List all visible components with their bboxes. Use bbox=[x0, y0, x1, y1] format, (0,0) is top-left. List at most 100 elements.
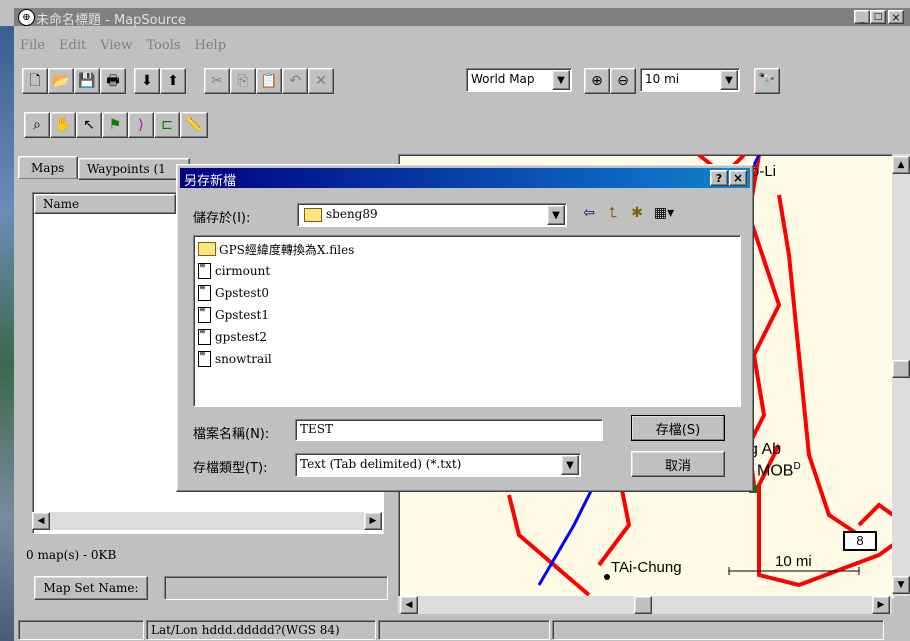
back-arrow-icon[interactable]: ⇦ bbox=[579, 203, 599, 223]
cut-icon[interactable]: ✂ bbox=[204, 68, 230, 94]
map-label-airbase2: MOBD bbox=[757, 461, 801, 480]
list-item[interactable]: GPS經緯度轉換為X.files bbox=[198, 240, 354, 258]
road-line bbox=[857, 502, 893, 527]
minimize-button[interactable]: _ bbox=[854, 10, 870, 24]
folder-icon bbox=[304, 208, 322, 222]
list-item[interactable]: ≡ Gpstest1 bbox=[198, 306, 269, 324]
save-in-select[interactable]: sbeng89 ▼ bbox=[297, 203, 567, 227]
save-as-dialog: 另存新檔 ? × 儲存於(I): sbeng89 ▼ ⇦ ⮤ ✱ ▦▾ GPS經… bbox=[176, 164, 754, 492]
view-menu-icon[interactable]: ▦▾ bbox=[651, 203, 677, 223]
menu-bar: File Edit View Tools Help bbox=[20, 38, 226, 58]
scroll-up-icon[interactable]: ▲ bbox=[892, 156, 910, 174]
desktop-strip bbox=[0, 26, 14, 641]
app-icon: ⊕ bbox=[18, 9, 35, 26]
save-icon[interactable]: 💾 bbox=[74, 68, 100, 94]
chevron-down-icon[interactable]: ▼ bbox=[561, 455, 579, 475]
zoom-scale-select[interactable]: 10 mi ▼ bbox=[640, 68, 740, 92]
text-file-icon: ≡ bbox=[198, 350, 211, 367]
status-bar: Lat/Lon hddd.ddddd?(WGS 84) bbox=[14, 618, 910, 641]
list-item[interactable]: ≡ cirmount bbox=[198, 262, 270, 280]
scroll-thumb[interactable] bbox=[892, 360, 910, 378]
toolbar-tools: ⌕ ✋ ↖ ⚑ ⟩ ⊏ 📏 bbox=[20, 108, 320, 148]
map-label-city-top: o-Li bbox=[751, 163, 777, 180]
list-item[interactable]: ≡ snowtrail bbox=[198, 350, 272, 368]
map-set-name-field[interactable] bbox=[164, 576, 388, 600]
scroll-right-icon[interactable]: ▶ bbox=[872, 596, 890, 614]
scroll-left-icon[interactable]: ◀ bbox=[400, 596, 418, 614]
map-horizontal-scrollbar[interactable]: ◀ ▶ bbox=[398, 596, 892, 614]
dialog-title: 另存新檔 bbox=[184, 174, 237, 189]
menu-edit[interactable]: Edit bbox=[59, 38, 86, 58]
delete-icon[interactable]: ✕ bbox=[308, 68, 334, 94]
road-line bbox=[507, 494, 591, 597]
route-tool-icon[interactable]: ⟩ bbox=[128, 112, 154, 138]
map-scale-label: 10 mi bbox=[775, 553, 812, 570]
city-dot bbox=[604, 574, 610, 580]
save-button[interactable]: 存檔(S) bbox=[631, 415, 725, 441]
chevron-down-icon[interactable]: ▼ bbox=[547, 205, 565, 225]
map-summary: 0 map(s) - 0KB bbox=[26, 548, 117, 562]
folder-icon bbox=[198, 242, 216, 256]
map-product-select[interactable]: World Map ▼ bbox=[466, 68, 572, 92]
help-button[interactable]: ? bbox=[710, 170, 728, 186]
map-vertical-scrollbar[interactable]: ▲ ▼ bbox=[892, 154, 910, 596]
map-set-name-button[interactable]: Map Set Name: bbox=[34, 576, 148, 600]
road-shield: 8 bbox=[843, 531, 877, 551]
tab-waypoints[interactable]: Waypoints (1 bbox=[78, 158, 190, 180]
copy-icon[interactable]: ⎘ bbox=[230, 68, 256, 94]
open-icon[interactable]: 📂 bbox=[48, 68, 74, 94]
zoom-scale-value: 10 mi bbox=[645, 72, 680, 86]
filename-label: 檔案名稱(N): bbox=[193, 427, 270, 442]
cancel-button[interactable]: 取消 bbox=[631, 451, 725, 477]
undo-icon[interactable]: ↶ bbox=[282, 68, 308, 94]
print-icon[interactable]: 🖶 bbox=[100, 68, 126, 94]
distance-tool-icon[interactable]: 📏 bbox=[180, 112, 208, 138]
status-pane-1 bbox=[18, 620, 144, 640]
paste-icon[interactable]: 📋 bbox=[256, 68, 282, 94]
close-window-button[interactable]: × bbox=[888, 10, 904, 24]
menu-file[interactable]: File bbox=[20, 38, 45, 58]
chevron-down-icon[interactable]: ▼ bbox=[720, 70, 738, 90]
text-file-icon: ≡ bbox=[198, 284, 211, 301]
restore-button[interactable]: □ bbox=[870, 10, 886, 24]
scroll-left-icon[interactable]: ◀ bbox=[32, 512, 50, 530]
tab-maps[interactable]: Maps bbox=[18, 156, 78, 179]
new-folder-icon[interactable]: ✱ bbox=[627, 203, 647, 223]
receive-from-device-icon[interactable]: ⬇ bbox=[134, 68, 160, 94]
new-icon[interactable]: 🗋 bbox=[22, 68, 48, 94]
track-tool-icon[interactable]: ⊏ bbox=[154, 112, 180, 138]
zoom-out-icon[interactable]: ⊖ bbox=[610, 68, 636, 94]
filetype-label: 存檔類型(T): bbox=[193, 461, 268, 476]
status-pane-3 bbox=[378, 620, 550, 640]
hand-tool-icon[interactable]: ✋ bbox=[50, 112, 76, 138]
menu-tools[interactable]: Tools bbox=[146, 38, 180, 58]
find-binoculars-icon[interactable]: 🔭 bbox=[754, 68, 780, 94]
menu-help[interactable]: Help bbox=[195, 38, 227, 58]
send-to-device-icon[interactable]: ⬆ bbox=[160, 68, 186, 94]
waypoint-tool-icon[interactable]: ⚑ bbox=[102, 112, 128, 138]
road-line bbox=[777, 194, 861, 537]
horizontal-scrollbar[interactable]: ◀ ▶ bbox=[32, 512, 382, 530]
toolbar-main: 🗋 📂 💾 🖶 ⬇ ⬆ ✂ ⎘ 📋 ↶ ✕ World Map ▼ ⊕ ⊖ 10… bbox=[20, 62, 910, 104]
zoom-in-icon[interactable]: ⊕ bbox=[584, 68, 610, 94]
map-label-taichung: TAi-Chung bbox=[611, 559, 682, 576]
list-item[interactable]: ≡ gpstest2 bbox=[198, 328, 267, 346]
scroll-right-icon[interactable]: ▶ bbox=[364, 512, 382, 530]
filetype-select[interactable]: Text (Tab delimited) (*.txt) ▼ bbox=[295, 453, 581, 477]
select-tool-icon[interactable]: ↖ bbox=[76, 112, 102, 138]
menu-view[interactable]: View bbox=[100, 38, 132, 58]
filename-input[interactable]: TEST bbox=[295, 419, 603, 441]
scroll-down-icon[interactable]: ▼ bbox=[892, 576, 910, 594]
file-list[interactable]: GPS經緯度轉換為X.files ≡ cirmount ≡ Gpstest0 ≡… bbox=[193, 235, 741, 407]
save-in-label: 儲存於(I): bbox=[193, 211, 251, 226]
zoom-tool-icon[interactable]: ⌕ bbox=[24, 112, 50, 138]
dialog-close-button[interactable]: × bbox=[729, 170, 747, 186]
list-item[interactable]: ≡ Gpstest0 bbox=[198, 284, 269, 302]
up-folder-icon[interactable]: ⮤ bbox=[603, 203, 623, 223]
chevron-down-icon[interactable]: ▼ bbox=[552, 70, 570, 90]
column-header-name[interactable]: Name bbox=[34, 194, 176, 214]
text-file-icon: ≡ bbox=[198, 262, 211, 279]
scroll-thumb[interactable] bbox=[634, 596, 652, 614]
text-file-icon: ≡ bbox=[198, 306, 211, 323]
window-title: 未命名標題 - MapSource bbox=[36, 13, 187, 28]
